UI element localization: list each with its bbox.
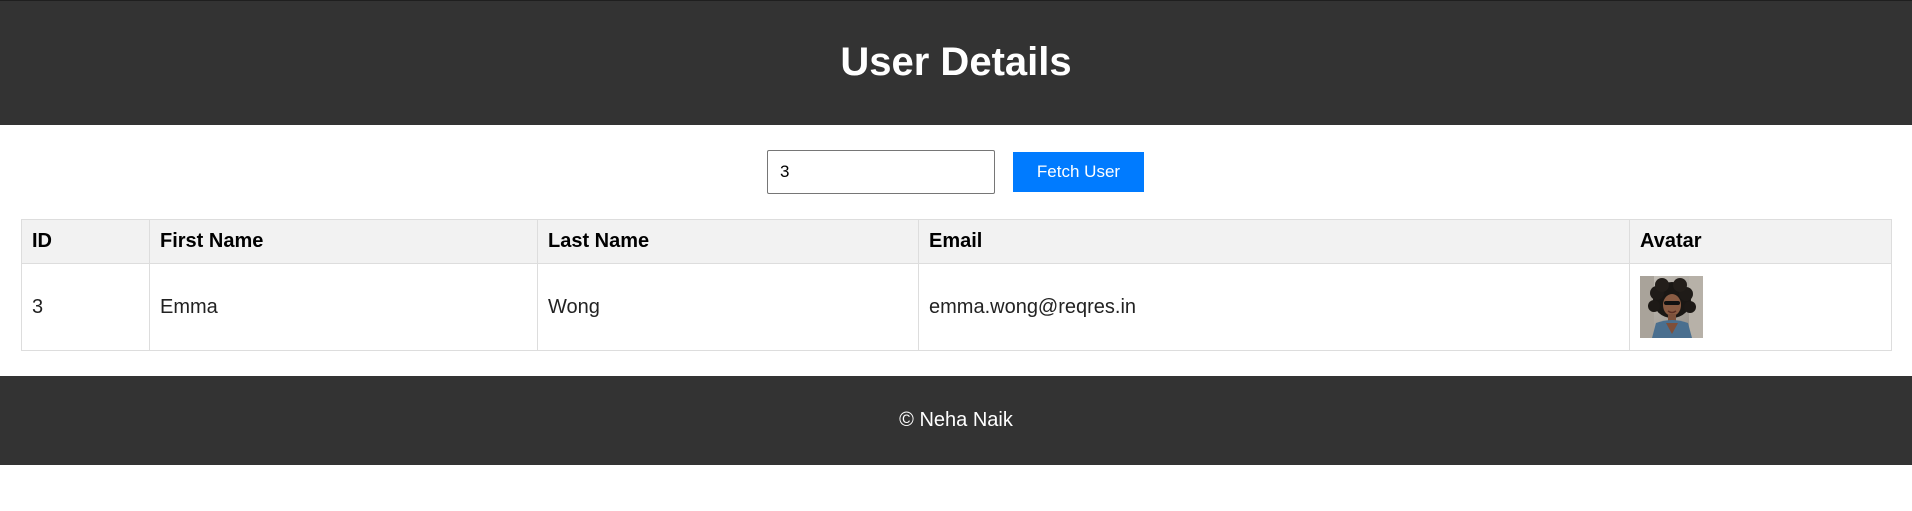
table-row: 3 Emma Wong emma.wong@reqres.in bbox=[21, 263, 1892, 351]
table-header-row: ID First Name Last Name Email Avatar bbox=[21, 219, 1892, 264]
page-title: User Details bbox=[840, 39, 1072, 84]
cell-avatar bbox=[1629, 263, 1892, 351]
user-table: ID First Name Last Name Email Avatar 3 E… bbox=[21, 219, 1892, 351]
column-header-email: Email bbox=[918, 219, 1630, 264]
user-table-container: ID First Name Last Name Email Avatar 3 E… bbox=[21, 219, 1892, 351]
cell-id: 3 bbox=[21, 263, 150, 351]
page-header: User Details bbox=[0, 0, 1912, 125]
fetch-user-button[interactable]: Fetch User bbox=[1013, 152, 1144, 192]
fetch-controls: Fetch User bbox=[0, 150, 1912, 194]
user-id-input[interactable] bbox=[767, 150, 995, 194]
user-avatar-image bbox=[1640, 276, 1703, 338]
cell-first-name: Emma bbox=[149, 263, 538, 351]
column-header-last-name: Last Name bbox=[537, 219, 919, 264]
column-header-first-name: First Name bbox=[149, 219, 538, 264]
cell-email: emma.wong@reqres.in bbox=[918, 263, 1630, 351]
column-header-id: ID bbox=[21, 219, 150, 264]
column-header-avatar: Avatar bbox=[1629, 219, 1892, 264]
cell-last-name: Wong bbox=[537, 263, 919, 351]
page-footer: © Neha Naik bbox=[0, 376, 1912, 465]
copyright-text: © Neha Naik bbox=[899, 409, 1013, 431]
